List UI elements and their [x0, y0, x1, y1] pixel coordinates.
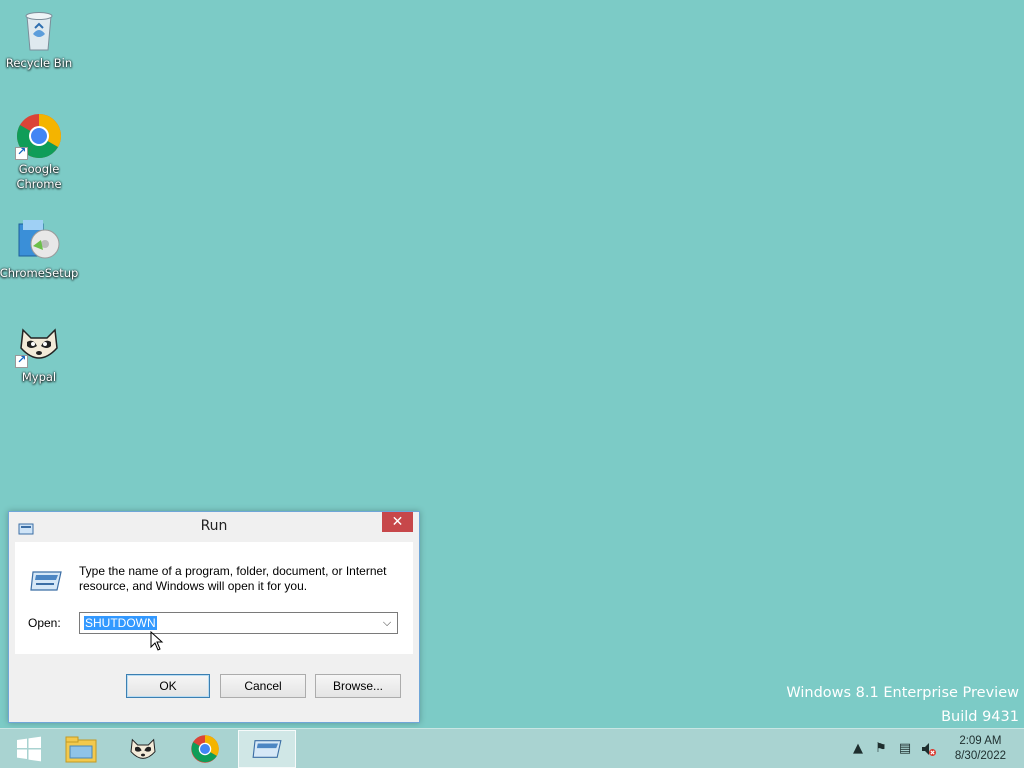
- chrome-icon: [15, 112, 63, 160]
- desktop-icon-label: Google Chrome: [16, 162, 62, 191]
- open-input-value[interactable]: SHUTDOWN: [84, 616, 157, 630]
- desktop-icon-chromesetup[interactable]: ChromeSetup: [0, 216, 78, 281]
- open-label: Open:: [28, 616, 61, 630]
- windows-edition-watermark: Windows 8.1 Enterprise Preview: [786, 685, 1019, 701]
- close-icon: ✕: [391, 514, 404, 530]
- recycle-bin-icon: [15, 6, 63, 54]
- file-explorer-icon: [65, 736, 97, 763]
- mouse-cursor-icon: [150, 631, 164, 651]
- run-icon: [252, 740, 282, 758]
- network-icon[interactable]: ▤: [897, 741, 913, 757]
- desktop-icon-label: ChromeSetup: [0, 266, 79, 280]
- clock-time: 2:09 AM: [959, 735, 1002, 747]
- mypal-icon: [130, 738, 156, 759]
- ok-button[interactable]: OK: [126, 674, 210, 698]
- open-combobox[interactable]: SHUTDOWN ⌵: [79, 612, 398, 634]
- desktop-icon-google-chrome[interactable]: Google Chrome: [0, 112, 78, 192]
- desktop-icon-recycle-bin[interactable]: Recycle Bin: [0, 6, 78, 71]
- action-center-flag-icon[interactable]: ⚑: [873, 741, 889, 757]
- desktop-icon-label: Recycle Bin: [5, 56, 73, 70]
- start-button[interactable]: [0, 730, 58, 768]
- shortcut-arrow-icon: [15, 145, 28, 160]
- browse-button[interactable]: Browse...: [315, 674, 401, 698]
- shortcut-arrow-icon: [15, 353, 28, 368]
- windows-start-icon: [17, 736, 41, 762]
- clock-date: 8/30/2022: [954, 750, 1006, 762]
- desktop-icon-label: Mypal: [21, 370, 57, 384]
- run-titlebar[interactable]: Run ✕: [9, 512, 419, 542]
- show-hidden-icons-icon[interactable]: ▲: [850, 741, 866, 757]
- taskbar-file-explorer[interactable]: [52, 730, 110, 768]
- taskbar-run[interactable]: [238, 730, 296, 768]
- chrome-icon: [191, 735, 219, 763]
- volume-muted-icon[interactable]: [920, 741, 936, 757]
- taskbar-chrome[interactable]: [176, 730, 234, 768]
- mypal-icon: [15, 320, 63, 368]
- desktop-icon-mypal[interactable]: Mypal: [0, 320, 78, 385]
- installer-icon: [15, 216, 63, 264]
- close-button[interactable]: ✕: [382, 512, 413, 532]
- run-dialog: Run ✕ Type the name of a program, folder…: [8, 511, 420, 723]
- taskbar: ▲ ⚑ ▤ 2:09 AM 8/30/2022: [0, 728, 1024, 768]
- chevron-down-icon[interactable]: ⌵: [379, 614, 395, 632]
- windows-build-watermark: Build 9431: [941, 709, 1019, 725]
- taskbar-mypal[interactable]: [114, 730, 172, 768]
- run-dialog-title: Run: [200, 518, 228, 534]
- run-icon: [29, 568, 63, 594]
- run-description: Type the name of a program, folder, docu…: [79, 564, 387, 593]
- cancel-button[interactable]: Cancel: [220, 674, 306, 698]
- taskbar-clock[interactable]: 2:09 AM 8/30/2022: [955, 734, 1006, 764]
- run-dialog-body: Type the name of a program, folder, docu…: [15, 542, 413, 654]
